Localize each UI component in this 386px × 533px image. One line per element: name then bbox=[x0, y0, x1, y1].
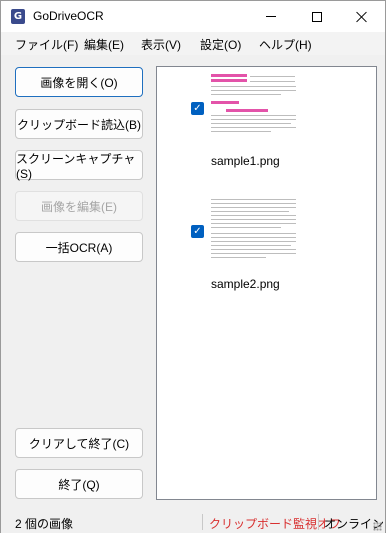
edit-image-button[interactable]: 画像を編集(E) bbox=[15, 191, 143, 221]
clipboard-read-button[interactable]: クリップボード読込(B) bbox=[15, 109, 143, 139]
image-checkbox[interactable]: ✓ bbox=[191, 225, 204, 238]
image-list[interactable]: ✓ sample1.png ✓ sample2.png bbox=[156, 66, 377, 500]
app-window: G GoDriveOCR ファイル(F) 編集(E) 表示(V) 設定(O) ヘ… bbox=[0, 0, 386, 533]
menu-view[interactable]: 表示(V) bbox=[141, 36, 181, 53]
clear-and-exit-button[interactable]: クリアして終了(C) bbox=[15, 428, 143, 458]
image-thumbnail[interactable] bbox=[210, 73, 300, 143]
window-title: GoDriveOCR bbox=[33, 9, 104, 23]
image-filename: sample2.png bbox=[211, 277, 280, 291]
image-filename: sample1.png bbox=[211, 154, 280, 168]
title-bar[interactable]: G GoDriveOCR bbox=[1, 1, 385, 32]
resize-grip[interactable] bbox=[373, 522, 382, 531]
minimize-icon bbox=[266, 16, 276, 17]
open-image-button[interactable]: 画像を開く(O) bbox=[15, 67, 143, 97]
menu-edit[interactable]: 編集(E) bbox=[84, 36, 124, 53]
image-count: 2 個の画像 bbox=[15, 517, 74, 531]
menu-bar: ファイル(F) 編集(E) 表示(V) 設定(O) ヘルプ(H) bbox=[1, 32, 385, 55]
status-bar: 2 個の画像 クリップボード監視オフ オンライン bbox=[1, 510, 385, 533]
app-icon: G bbox=[11, 9, 25, 24]
menu-settings[interactable]: 設定(O) bbox=[200, 36, 241, 53]
menu-help[interactable]: ヘルプ(H) bbox=[259, 36, 312, 53]
maximize-icon bbox=[312, 11, 322, 22]
exit-button[interactable]: 終了(Q) bbox=[15, 469, 143, 499]
image-checkbox[interactable]: ✓ bbox=[191, 102, 204, 115]
maximize-button[interactable] bbox=[294, 1, 340, 32]
status-separator bbox=[318, 514, 319, 530]
menu-file[interactable]: ファイル(F) bbox=[15, 36, 78, 53]
close-icon bbox=[356, 11, 368, 23]
batch-ocr-button[interactable]: 一括OCR(A) bbox=[15, 232, 143, 262]
screen-capture-button[interactable]: スクリーンキャプチャ(S) bbox=[15, 150, 143, 181]
clipboard-watch-status[interactable]: クリップボード監視オフ bbox=[209, 515, 341, 532]
close-button[interactable] bbox=[339, 1, 385, 32]
image-thumbnail[interactable] bbox=[210, 197, 300, 267]
status-separator bbox=[202, 514, 203, 530]
minimize-button[interactable] bbox=[248, 1, 294, 32]
